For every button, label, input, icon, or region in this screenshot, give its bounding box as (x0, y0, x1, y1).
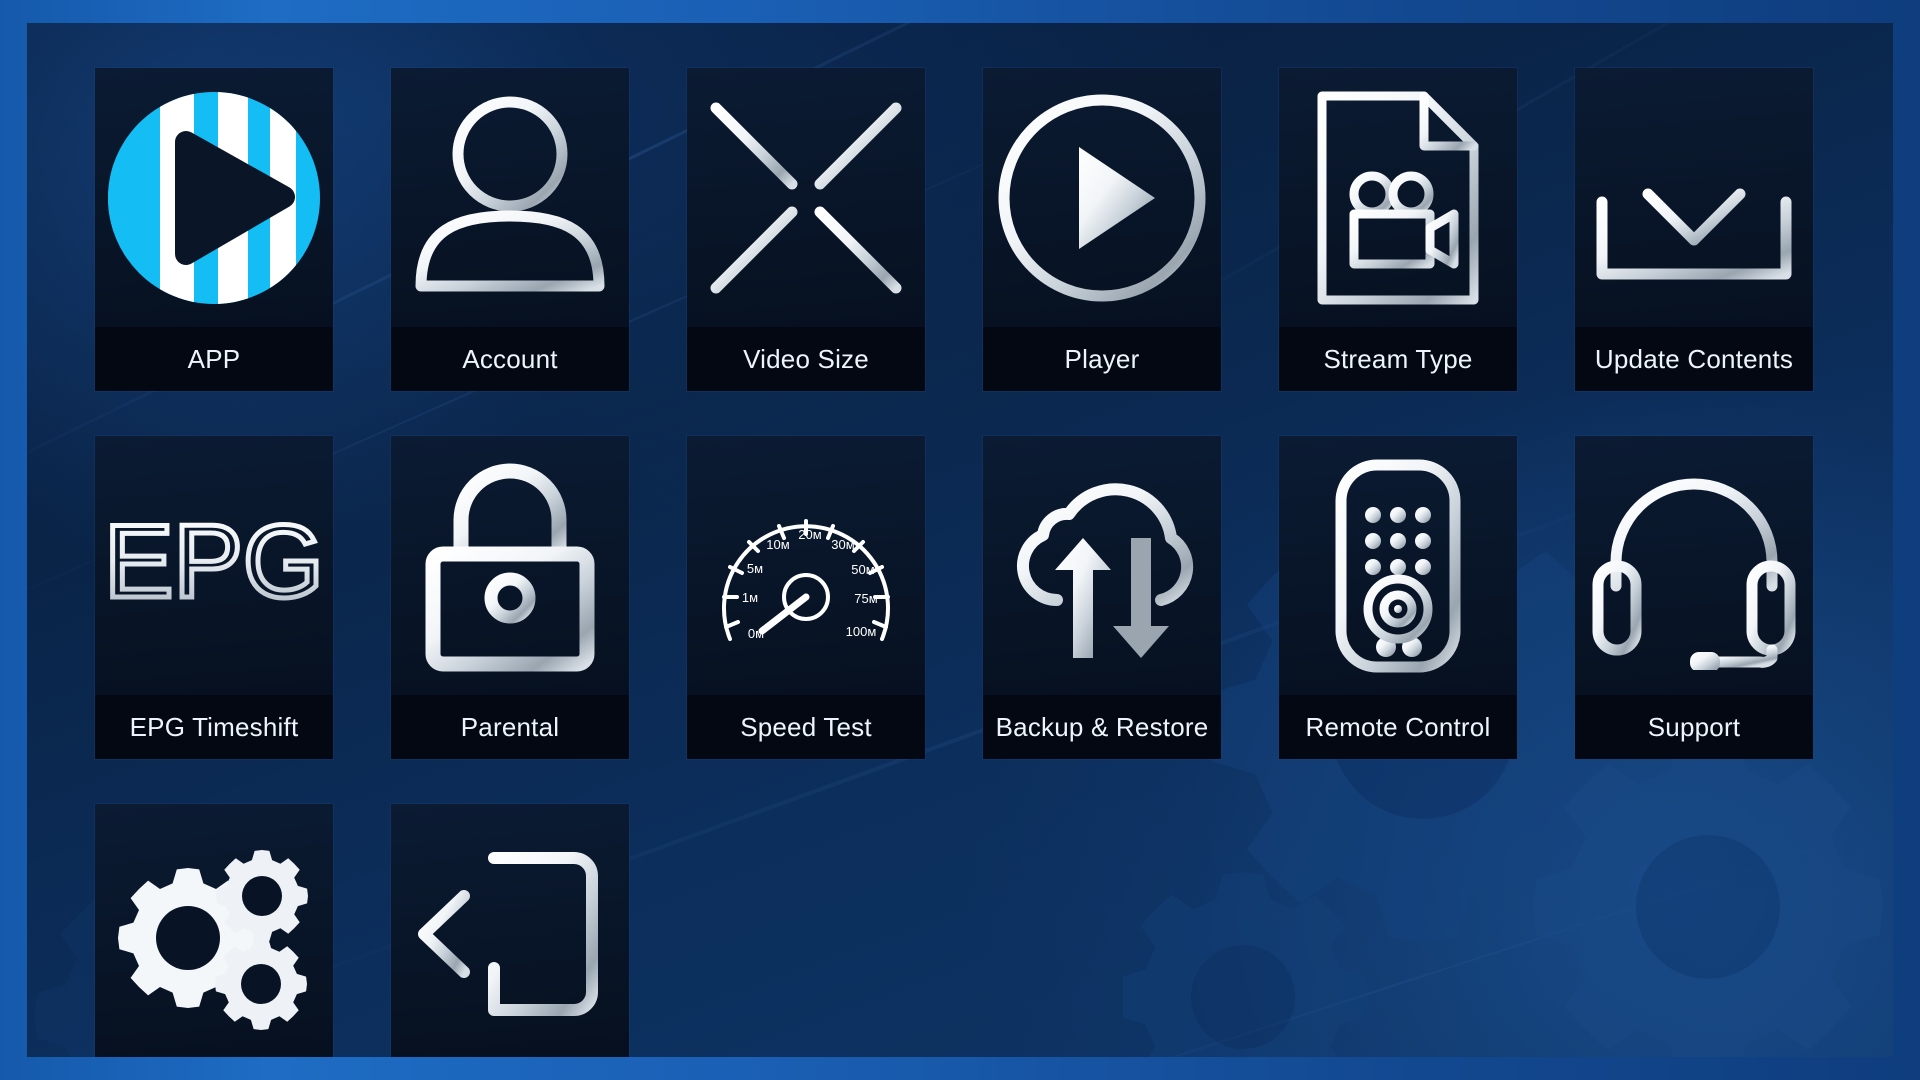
app-play-logo-icon (95, 68, 333, 327)
padlock-icon (391, 436, 629, 695)
menu-tile-account[interactable]: Account (391, 68, 629, 391)
logout-exit-arrow-icon (391, 804, 629, 1057)
menu-tile-epg-timeshift[interactable]: EPG EPG Timeshift (95, 436, 333, 759)
gauge-tick-10m: 10м (766, 537, 789, 552)
menu-tile-support[interactable]: Support (1575, 436, 1813, 759)
expand-arrows-icon (687, 68, 925, 327)
gauge-tick-20m: 20м (798, 527, 821, 542)
gauge-tick-1m: 1м (742, 590, 758, 605)
gauge-tick-75m: 75м (854, 591, 877, 606)
gauge-tick-5m: 5м (747, 561, 763, 576)
play-circle-icon (983, 68, 1221, 327)
cloud-sync-arrows-icon (983, 436, 1221, 695)
menu-tile-label: Support (1575, 695, 1813, 759)
menu-tile-label: Update Contents (1575, 327, 1813, 391)
document-video-camera-icon (1279, 68, 1517, 327)
menu-tile-update-contents[interactable]: Update Contents (1575, 68, 1813, 391)
menu-tile-label: Player (983, 327, 1221, 391)
menu-tile-label: Account (391, 327, 629, 391)
download-tray-icon (1575, 68, 1813, 327)
menu-tile-label: Video Size (687, 327, 925, 391)
menu-tile-logout[interactable] (391, 804, 629, 1057)
screen-frame: APP Account Video Size Player Stream Typ… (0, 0, 1920, 1080)
menu-tile-remote-control[interactable]: Remote Control (1279, 436, 1517, 759)
menu-tile-player[interactable]: Player (983, 68, 1221, 391)
gears-settings-icon (95, 804, 333, 1057)
menu-tile-label: Remote Control (1279, 695, 1517, 759)
gauge-tick-0m: 0м (748, 626, 764, 641)
menu-tile-label: Parental (391, 695, 629, 759)
menu-tile-label: Speed Test (687, 695, 925, 759)
menu-tile-label: Stream Type (1279, 327, 1517, 391)
menu-tile-stream-type[interactable]: Stream Type (1279, 68, 1517, 391)
menu-tile-backup-restore[interactable]: Backup & Restore (983, 436, 1221, 759)
menu-tile-label: Backup & Restore (983, 695, 1221, 759)
menu-tile-speed-test[interactable]: 0м 1м 5м 10м 20м 30м 50м 75м 100м Speed … (687, 436, 925, 759)
epg-text-glyphs: EPG (104, 511, 324, 620)
gauge-tick-100m: 100м (846, 624, 877, 639)
menu-stage: APP Account Video Size Player Stream Typ… (27, 23, 1893, 1057)
gauge-tick-50m: 50м (851, 562, 874, 577)
settings-menu-grid: APP Account Video Size Player Stream Typ… (95, 68, 1813, 1057)
tv-remote-icon (1279, 436, 1517, 695)
user-account-icon (391, 68, 629, 327)
gauge-tick-30m: 30м (831, 537, 854, 552)
speedometer-gauge-icon: 0м 1м 5м 10м 20м 30м 50м 75м 100м (687, 436, 925, 695)
menu-tile-app[interactable]: APP (95, 68, 333, 391)
menu-tile-label: EPG Timeshift (95, 695, 333, 759)
epg-text-icon: EPG (95, 436, 333, 695)
menu-tile-parental[interactable]: Parental (391, 436, 629, 759)
menu-tile-video-size[interactable]: Video Size (687, 68, 925, 391)
menu-tile-settings[interactable] (95, 804, 333, 1057)
menu-tile-label: APP (95, 327, 333, 391)
headset-support-icon (1575, 436, 1813, 695)
